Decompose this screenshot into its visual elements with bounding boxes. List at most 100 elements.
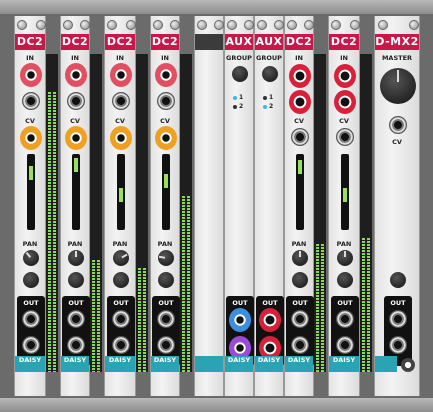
cv-jack[interactable] bbox=[336, 128, 354, 146]
out-jack-right[interactable] bbox=[22, 336, 40, 354]
in-jack-2[interactable] bbox=[22, 92, 40, 110]
in-jack-patched[interactable] bbox=[289, 64, 311, 88]
cv-label: CV bbox=[25, 117, 35, 125]
mute-button[interactable] bbox=[292, 272, 308, 288]
master-mute-button[interactable] bbox=[390, 272, 406, 288]
blank-panel bbox=[194, 16, 224, 396]
pan-knob[interactable] bbox=[292, 250, 308, 266]
master-knob[interactable] bbox=[380, 68, 416, 104]
out-jack-left[interactable] bbox=[157, 310, 175, 328]
group-1-label[interactable]: 1 bbox=[239, 94, 243, 101]
out-jack-left[interactable] bbox=[389, 310, 407, 328]
level-fader[interactable] bbox=[341, 154, 349, 230]
module-title: AUX bbox=[255, 34, 283, 50]
cv-jack-patched[interactable] bbox=[110, 126, 132, 150]
screw-icon bbox=[36, 20, 46, 30]
in-jack-2-patched[interactable] bbox=[289, 90, 311, 114]
pan-knob[interactable] bbox=[113, 250, 129, 266]
cv-jack-patched[interactable] bbox=[65, 126, 87, 150]
meter-bar bbox=[367, 238, 370, 372]
fader-handle[interactable] bbox=[343, 188, 347, 202]
dc2-module-5: DC2 IN CV PAN OUT DAISY bbox=[284, 16, 314, 396]
pan-knob[interactable] bbox=[337, 250, 353, 266]
screw-icon bbox=[80, 20, 90, 30]
pan-label: PAN bbox=[67, 240, 83, 248]
pan-knob[interactable] bbox=[158, 250, 174, 266]
out-jack-left[interactable] bbox=[67, 310, 85, 328]
group-2-label[interactable]: 2 bbox=[269, 103, 273, 110]
cv-jack-patched[interactable] bbox=[155, 126, 177, 150]
out-jack-right[interactable] bbox=[389, 336, 407, 354]
out-jack-left[interactable] bbox=[112, 310, 130, 328]
knob-indicator bbox=[299, 251, 301, 257]
master-cv-jack[interactable] bbox=[389, 116, 407, 134]
screw-icon bbox=[107, 20, 117, 30]
daisy-label: DAISY bbox=[105, 356, 135, 372]
out-jack-right[interactable] bbox=[336, 336, 354, 354]
in-jack-patched[interactable] bbox=[155, 63, 177, 87]
group-knob[interactable] bbox=[232, 66, 248, 82]
mute-button[interactable] bbox=[337, 272, 353, 288]
out-jack-left-patched[interactable] bbox=[259, 308, 281, 332]
fader-handle[interactable] bbox=[119, 188, 123, 202]
cv-jack[interactable] bbox=[291, 128, 309, 146]
cv-label: CV bbox=[392, 138, 402, 146]
in-jack-patched[interactable] bbox=[334, 64, 356, 88]
mute-button[interactable] bbox=[68, 272, 84, 288]
in-label: IN bbox=[26, 54, 34, 62]
in-jack-patched[interactable] bbox=[110, 63, 132, 87]
out-label: OUT bbox=[158, 299, 174, 307]
out-label: OUT bbox=[113, 299, 129, 307]
module-title: DC2 bbox=[15, 34, 45, 50]
level-fader[interactable] bbox=[296, 154, 304, 230]
group-2-label[interactable]: 2 bbox=[239, 103, 243, 110]
vu-meter-6 bbox=[360, 54, 372, 372]
pan-label: PAN bbox=[157, 240, 173, 248]
mute-button[interactable] bbox=[113, 272, 129, 288]
pan-knob[interactable] bbox=[23, 250, 39, 266]
in-jack-2[interactable] bbox=[157, 92, 175, 110]
out-jack-left[interactable] bbox=[336, 310, 354, 328]
out-jack-right[interactable] bbox=[112, 336, 130, 354]
settings-gear-icon[interactable] bbox=[401, 358, 415, 372]
fader-handle[interactable] bbox=[164, 174, 168, 188]
pan-knob[interactable] bbox=[68, 250, 84, 266]
mute-button[interactable] bbox=[23, 272, 39, 288]
out-jack-right[interactable] bbox=[157, 336, 175, 354]
in-jack-2[interactable] bbox=[67, 92, 85, 110]
fader-handle[interactable] bbox=[29, 166, 33, 180]
dmx2-master-module: D-MX2 MASTER CV OUT bbox=[374, 16, 420, 396]
cv-jack-patched[interactable] bbox=[20, 126, 42, 150]
in-jack-patched[interactable] bbox=[20, 63, 42, 87]
in-jack-patched[interactable] bbox=[65, 63, 87, 87]
knob-indicator bbox=[75, 251, 77, 257]
out-jack-left-patched[interactable] bbox=[229, 308, 251, 332]
mute-button[interactable] bbox=[158, 272, 174, 288]
cv-label: CV bbox=[70, 117, 80, 125]
master-label: MASTER bbox=[381, 54, 413, 62]
out-jack-left[interactable] bbox=[291, 310, 309, 328]
meter-bar bbox=[48, 92, 51, 372]
screw-icon bbox=[63, 20, 73, 30]
out-jack-right[interactable] bbox=[67, 336, 85, 354]
in-jack-2[interactable] bbox=[112, 92, 130, 110]
meter-bar bbox=[53, 92, 56, 372]
group-1-label[interactable]: 1 bbox=[269, 94, 273, 101]
level-fader[interactable] bbox=[27, 154, 35, 230]
module-title: DC2 bbox=[329, 34, 359, 50]
daisy-label: DAISY bbox=[151, 356, 179, 372]
screw-icon bbox=[126, 20, 136, 30]
level-fader[interactable] bbox=[72, 154, 80, 230]
fader-handle[interactable] bbox=[74, 158, 78, 172]
meter-bar bbox=[362, 238, 365, 372]
daisy-strip bbox=[375, 356, 397, 372]
level-fader[interactable] bbox=[162, 154, 170, 230]
group-knob[interactable] bbox=[262, 66, 278, 82]
module-title: AUX bbox=[225, 34, 253, 50]
fader-handle[interactable] bbox=[298, 160, 302, 174]
in-jack-2-patched[interactable] bbox=[334, 90, 356, 114]
level-fader[interactable] bbox=[117, 154, 125, 230]
meter-bar bbox=[138, 268, 141, 372]
out-jack-right[interactable] bbox=[291, 336, 309, 354]
out-jack-left[interactable] bbox=[22, 310, 40, 328]
